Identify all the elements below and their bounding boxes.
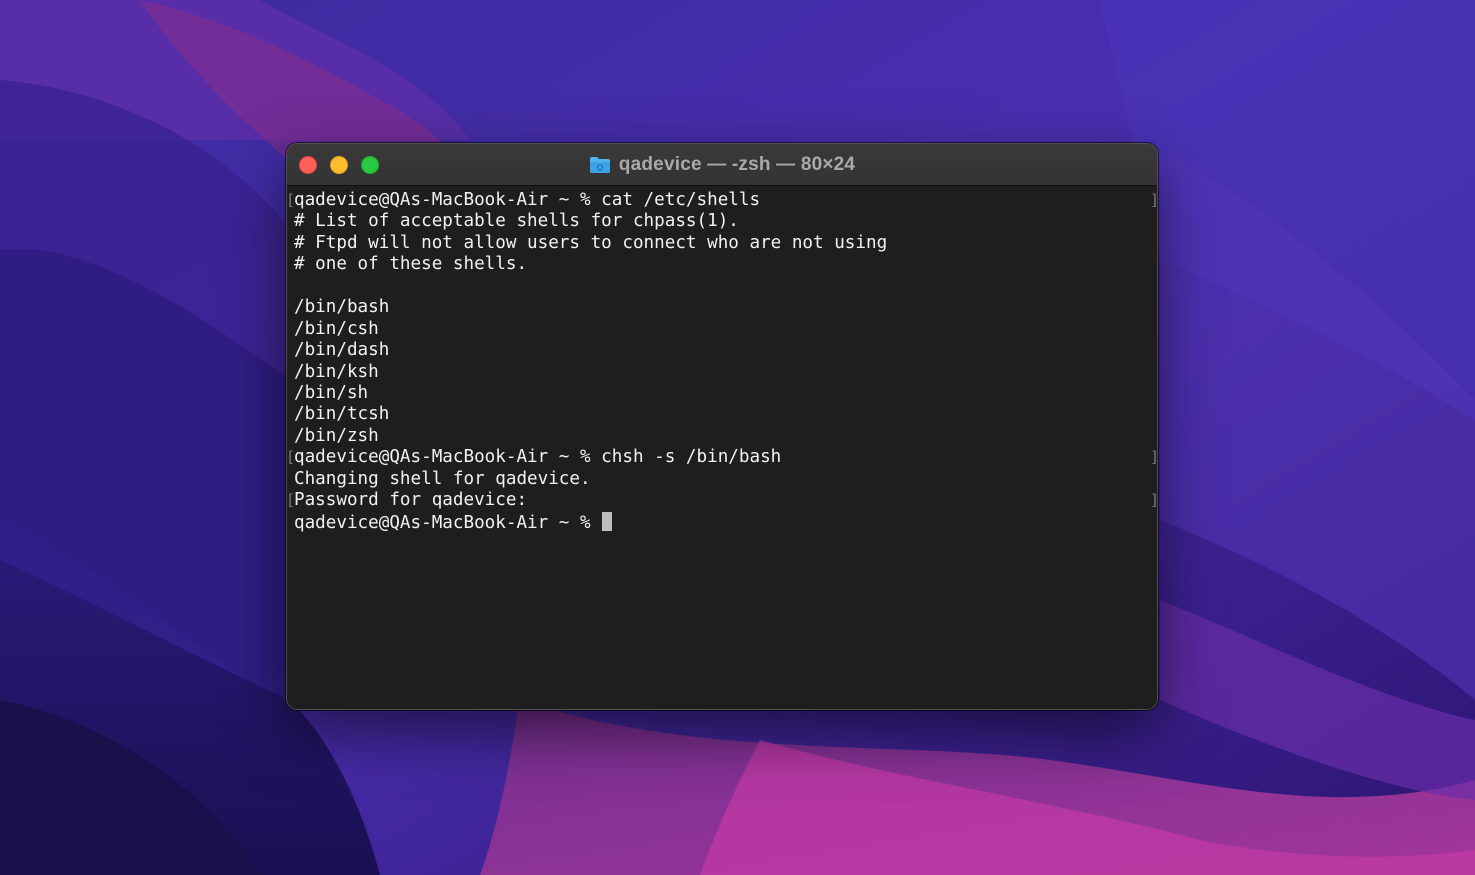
line-mark-left: [: [286, 448, 296, 467]
line-text: /bin/bash: [294, 297, 390, 318]
terminal-line: # Ftpd will not allow users to connect w…: [294, 233, 887, 254]
line-mark-right: ]: [1150, 447, 1157, 468]
folder-icon: [589, 157, 610, 173]
line-text: /bin/dash: [294, 340, 390, 361]
terminal-line: /bin/csh: [294, 319, 887, 340]
line-text: Changing shell for qadevice.: [294, 468, 591, 489]
terminal-line: # List of acceptable shells for chpass(1…: [294, 211, 887, 232]
text-cursor: [602, 511, 613, 531]
line-text: # List of acceptable shells for chpass(1…: [294, 211, 739, 232]
terminal-line: [] Password for qadevice:: [287, 490, 1157, 511]
line-text: qadevice@QAs-MacBook-Air ~ % chsh -s /bi…: [294, 447, 782, 468]
line-text: /bin/ksh: [294, 361, 379, 382]
window-title: qadevice — -zsh — 80×24: [618, 154, 856, 175]
terminal-line: /bin/bash: [294, 297, 887, 318]
terminal-output[interactable]: [] qadevice@QAs-MacBook-Air ~ % cat /etc/…: [287, 186, 1157, 709]
line-text: /bin/tcsh: [294, 404, 390, 425]
title-area: qadevice — -zsh — 80×24: [287, 144, 1157, 186]
terminal-line: qadevice@QAs-MacBook-Air ~ %: [294, 511, 887, 533]
terminal-line: /bin/tcsh: [294, 404, 887, 425]
line-text: qadevice@QAs-MacBook-Air ~ % cat /etc/sh…: [294, 190, 761, 210]
line-text: /bin/csh: [294, 318, 379, 339]
terminal-line: Changing shell for qadevice.: [294, 469, 887, 490]
title-bar[interactable]: qadevice — -zsh — 80×24: [287, 144, 1157, 186]
line-mark-left: [: [286, 191, 296, 209]
terminal-line: /bin/zsh: [294, 426, 887, 447]
terminal-line: [] qadevice@QAs-MacBook-Air ~ % cat /etc/…: [287, 190, 1157, 211]
line-text: # Ftpd will not allow users to connect w…: [294, 232, 888, 253]
line-text: qadevice@QAs-MacBook-Air ~ %: [294, 512, 602, 533]
terminal-line: # one of these shells.: [294, 254, 887, 275]
line-text: # one of these shells.: [294, 254, 528, 275]
terminal-line: /bin/dash: [294, 340, 887, 361]
line-mark-left: [: [286, 491, 296, 510]
terminal-lines: [] qadevice@QAs-MacBook-Air ~ % cat /etc/…: [287, 190, 1157, 533]
terminal-window[interactable]: qadevice — -zsh — 80×24 [] qadevice@QAs-M…: [286, 143, 1158, 710]
line-mark-right: ]: [1150, 190, 1157, 211]
line-text: Password for qadevice:: [294, 490, 528, 511]
terminal-line: [] qadevice@QAs-MacBook-Air ~ % chsh -s /…: [287, 447, 1157, 468]
terminal-line: /bin/ksh: [294, 362, 887, 383]
terminal-line: /bin/sh: [294, 383, 887, 404]
line-text: /bin/zsh: [294, 425, 379, 446]
line-text: /bin/sh: [294, 382, 369, 403]
line-mark-right: ]: [1150, 490, 1157, 511]
